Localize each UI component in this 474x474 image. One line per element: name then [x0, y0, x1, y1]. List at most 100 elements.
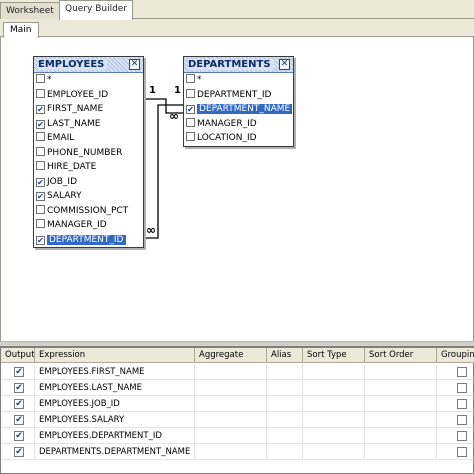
departments-table-header[interactable]: DEPARTMENTS ✕	[184, 57, 293, 73]
departments-table[interactable]: DEPARTMENTS ✕ * DEPARTMENT_ID ✔ DEPARTMENT_…	[183, 56, 294, 147]
sort-type-cell[interactable]	[303, 364, 365, 380]
join-line-lower[interactable]	[144, 104, 183, 239]
column-row[interactable]: *	[184, 73, 293, 88]
aggregate-cell[interactable]	[195, 412, 267, 428]
sort-type-cell[interactable]	[303, 412, 365, 428]
column-header-sort-order[interactable]: Sort Order	[365, 348, 437, 363]
aggregate-cell[interactable]	[195, 396, 267, 412]
sort-order-cell[interactable]	[365, 364, 437, 380]
grouping-checkbox[interactable]	[457, 399, 467, 409]
close-icon[interactable]: ✕	[129, 59, 140, 70]
column-checkbox[interactable]	[36, 88, 45, 98]
column-row[interactable]: HIRE_DATE	[34, 160, 143, 175]
sort-type-cell[interactable]	[303, 396, 365, 412]
table-row[interactable]: ✔ EMPLOYEES.JOB_ID	[1, 396, 474, 412]
column-checkbox[interactable]	[186, 132, 195, 141]
table-row[interactable]: ✔ EMPLOYEES.LAST_NAME	[1, 380, 474, 396]
sort-order-cell[interactable]	[365, 444, 437, 460]
grouping-checkbox[interactable]	[457, 431, 467, 441]
table-row[interactable]: ✔ DEPARTMENTS.DEPARTMENT_NAME	[1, 444, 474, 460]
column-row[interactable]: LOCATION_ID	[184, 131, 293, 146]
expression-cell[interactable]: EMPLOYEES.SALARY	[35, 412, 195, 428]
column-checkbox[interactable]	[36, 74, 45, 83]
employees-table-header[interactable]: EMPLOYEES ✕	[34, 57, 143, 73]
column-checkbox[interactable]: ✔	[36, 235, 45, 245]
employees-table[interactable]: EMPLOYEES ✕ * EMPLOYEE_ID ✔ FIRST_NAME ✔ LAST…	[33, 56, 144, 248]
column-checkbox[interactable]	[36, 132, 45, 141]
column-header-aggregate[interactable]: Aggregate	[195, 348, 267, 363]
aggregate-cell[interactable]	[195, 428, 267, 444]
tab-worksheet[interactable]: Worksheet	[0, 2, 60, 19]
column-row[interactable]: ✔ DEPARTMENT_NAME	[184, 102, 293, 117]
expression-cell[interactable]: EMPLOYEES.LAST_NAME	[35, 380, 195, 396]
column-checkbox[interactable]	[36, 146, 45, 156]
alias-cell[interactable]	[267, 444, 303, 460]
column-checkbox[interactable]: ✔	[36, 177, 45, 187]
output-checkbox[interactable]: ✔	[14, 367, 24, 377]
column-row[interactable]: EMAIL	[34, 131, 143, 146]
expression-cell[interactable]: EMPLOYEES.DEPARTMENT_ID	[35, 428, 195, 444]
expression-cell[interactable]: DEPARTMENTS.DEPARTMENT_NAME	[35, 444, 195, 460]
table-row[interactable]: ✔ EMPLOYEES.SALARY	[1, 412, 474, 428]
column-row[interactable]: MANAGER_ID	[184, 117, 293, 132]
sort-type-cell[interactable]	[303, 444, 365, 460]
alias-cell[interactable]	[267, 412, 303, 428]
expression-cell[interactable]: EMPLOYEES.JOB_ID	[35, 396, 195, 412]
table-row[interactable]: ✔ EMPLOYEES.FIRST_NAME	[1, 364, 474, 380]
column-checkbox[interactable]: ✔	[36, 119, 45, 129]
output-checkbox[interactable]: ✔	[14, 431, 24, 441]
sort-order-cell[interactable]	[365, 380, 437, 396]
sort-type-cell[interactable]	[303, 380, 365, 396]
column-row[interactable]: ✔ DEPARTMENT_ID	[34, 233, 143, 248]
column-header-alias[interactable]: Alias	[267, 348, 303, 363]
aggregate-cell[interactable]	[195, 380, 267, 396]
diagram-canvas[interactable]: 1 1 ∞ ∞ EMPLOYEES ✕ * EMPLOYEE_ID ✔ FIRST_N…	[0, 37, 474, 341]
column-checkbox[interactable]	[186, 117, 195, 127]
sort-order-cell[interactable]	[365, 396, 437, 412]
column-header-output[interactable]: Output	[1, 348, 35, 363]
alias-cell[interactable]	[267, 380, 303, 396]
grouping-checkbox[interactable]	[457, 383, 467, 393]
sort-type-cell[interactable]	[303, 428, 365, 444]
column-checkbox[interactable]	[36, 204, 45, 214]
output-checkbox[interactable]: ✔	[14, 447, 24, 457]
column-row[interactable]: PHONE_NUMBER	[34, 146, 143, 161]
sort-order-cell[interactable]	[365, 428, 437, 444]
column-checkbox[interactable]: ✔	[186, 105, 195, 114]
output-checkbox[interactable]: ✔	[14, 383, 24, 393]
grouping-checkbox[interactable]	[457, 367, 467, 377]
column-checkbox[interactable]	[186, 88, 195, 98]
alias-cell[interactable]	[267, 364, 303, 380]
column-checkbox[interactable]	[36, 161, 45, 170]
aggregate-cell[interactable]	[195, 364, 267, 380]
column-header-sort-type[interactable]: Sort Type	[303, 348, 365, 363]
column-row[interactable]: ✔ JOB_ID	[34, 175, 143, 190]
sort-order-cell[interactable]	[365, 412, 437, 428]
table-row[interactable]: ✔ EMPLOYEES.DEPARTMENT_ID	[1, 428, 474, 444]
output-checkbox[interactable]: ✔	[14, 399, 24, 409]
alias-cell[interactable]	[267, 428, 303, 444]
column-checkbox[interactable]	[186, 74, 195, 83]
grouping-checkbox[interactable]	[457, 415, 467, 425]
column-header-grouping[interactable]: Grouping	[437, 348, 474, 363]
aggregate-cell[interactable]	[195, 444, 267, 460]
column-checkbox[interactable]: ✔	[36, 192, 45, 201]
column-row[interactable]: ✔ SALARY	[34, 189, 143, 204]
close-icon[interactable]: ✕	[279, 59, 290, 70]
column-row[interactable]: EMPLOYEE_ID	[34, 88, 143, 103]
tab-main[interactable]: Main	[3, 22, 39, 38]
column-row[interactable]: ✔ LAST_NAME	[34, 117, 143, 132]
column-row[interactable]: DEPARTMENT_ID	[184, 88, 293, 103]
column-row[interactable]: ✔ FIRST_NAME	[34, 102, 143, 117]
alias-cell[interactable]	[267, 396, 303, 412]
column-row[interactable]: MANAGER_ID	[34, 218, 143, 233]
output-checkbox[interactable]: ✔	[14, 415, 24, 425]
column-header-expression[interactable]: Expression	[35, 348, 195, 363]
grouping-checkbox[interactable]	[457, 447, 467, 457]
expression-cell[interactable]: EMPLOYEES.FIRST_NAME	[35, 364, 195, 380]
column-checkbox[interactable]: ✔	[36, 105, 45, 114]
column-row[interactable]: COMMISSION_PCT	[34, 204, 143, 219]
column-checkbox[interactable]	[36, 219, 45, 228]
column-row[interactable]: *	[34, 73, 143, 88]
tab-query-builder[interactable]: Query Builder	[59, 0, 134, 20]
